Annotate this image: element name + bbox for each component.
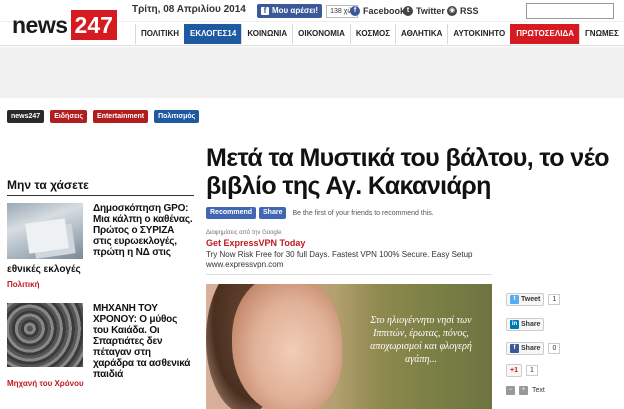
nav-item[interactable]: ΠΡΩΤΟΣΕΛΙΔΑ — [510, 24, 579, 44]
twitter-icon: t — [403, 6, 413, 16]
facebook-share-label: Share — [521, 345, 541, 352]
sidebar-item-image[interactable] — [7, 203, 83, 259]
google-plus-count: 1 — [525, 365, 538, 376]
linkedin-share-button[interactable]: in Share — [506, 318, 545, 331]
sidebar-title: Μην τα χάσετε — [7, 178, 89, 192]
ad-label: Διαφημίσεις από την Google — [206, 230, 282, 236]
tag-link[interactable]: news247 — [7, 110, 45, 123]
recommend-text: Be the first of your friends to recommen… — [292, 209, 434, 217]
nav-item[interactable]: ΠΟΛΙΤΙΚΗ — [135, 24, 184, 44]
facebook-like-label: Μου αρέσει! — [272, 6, 319, 15]
tag-link[interactable]: Πολιτισμός — [154, 110, 200, 123]
facebook-icon: f — [510, 344, 519, 353]
tweet-widget: t Tweet 1 — [506, 293, 561, 306]
linkedin-icon: in — [510, 320, 519, 329]
social-link-rss[interactable]: ◉ RSS — [447, 6, 479, 16]
facebook-like-widget[interactable]: f Μου αρέσει! 138 χιλ. — [257, 4, 359, 18]
facebook-recommend-widget: Recommend Share Be the first of your fri… — [206, 207, 434, 219]
linkedin-share-label: Share — [521, 321, 541, 328]
top-ad-band — [0, 47, 624, 98]
ad-url[interactable]: www.expressvpn.com — [206, 260, 472, 269]
tag-link[interactable]: Ειδήσεις — [50, 110, 88, 123]
recommend-button[interactable]: Recommend — [206, 207, 257, 219]
facebook-share-count: 0 — [548, 343, 561, 354]
tweet-button[interactable]: t Tweet — [506, 293, 545, 306]
google-plus-button[interactable]: +1 — [506, 364, 522, 377]
header-date: Τρίτη, 08 Απριλίου 2014 — [132, 4, 246, 15]
minus-icon[interactable]: − — [506, 386, 515, 395]
nav-item[interactable]: ΓΝΩΜΕΣ — [578, 24, 624, 44]
social-label-rss: RSS — [460, 6, 479, 16]
text-size-widget: − + Text — [506, 386, 545, 395]
social-label-facebook: Facebook — [363, 6, 406, 16]
sidebar-item[interactable]: ΜΗΧΑΝΗ ΤΟΥ ΧΡΟΝΟΥ: Ο μύθος του Καιάδα. Ο… — [7, 303, 194, 393]
article-title: Μετά τα Μυστικά του βάλτου, το νέο βιβλί… — [206, 144, 610, 200]
ad-title[interactable]: Get ExpressVPN Today — [206, 238, 472, 248]
sidebar-item[interactable]: Δημοσκόπηση GPO: Μια κάλπη ο καθένας. Πρ… — [7, 203, 194, 289]
logo-number: 247 — [70, 10, 117, 40]
facebook-icon: f — [261, 7, 269, 15]
article-hero-image: Στο ηλιογέννητο νησί των Ιππιτών, έρωτας… — [206, 284, 492, 409]
share-label: Share — [263, 209, 283, 216]
nav-item[interactable]: ΚΟΣΜΟΣ — [349, 24, 395, 44]
facebook-icon: f — [350, 6, 360, 16]
google-plus-widget: +1 1 — [506, 364, 538, 377]
nav-item[interactable]: ΑΥΤΟΚΙΝΗΤΟ — [447, 24, 510, 44]
ad-divider — [206, 274, 492, 275]
recommend-label: Recommend — [210, 209, 253, 216]
logo-text: news — [12, 12, 68, 38]
social-link-facebook[interactable]: f Facebook — [350, 6, 405, 16]
social-label-twitter: Twitter — [416, 6, 445, 16]
sidebar-divider — [7, 195, 194, 196]
tag-link[interactable]: Entertainment — [93, 110, 149, 123]
site-logo[interactable]: news 247 — [12, 10, 117, 40]
sidebar-item-category[interactable]: Μηχανή του Χρόνου — [7, 379, 84, 388]
text-size-label: Text — [532, 387, 545, 394]
ad-body: Try Now Risk Free for 30 full Days. Fast… — [206, 250, 473, 259]
search-input[interactable] — [526, 3, 614, 19]
sidebar-item-headline[interactable]: Δημοσκόπηση GPO: Μια κάλπη ο καθένας. Πρ… — [93, 203, 193, 258]
social-link-twitter[interactable]: t Twitter — [403, 6, 445, 16]
tag-list: news247 Ειδήσεις Entertainment Πολιτισμός — [7, 110, 200, 123]
tweet-count: 1 — [548, 294, 561, 305]
sidebar-item-headline-tail[interactable]: εθνικές εκλογές — [7, 264, 81, 275]
share-button[interactable]: Share — [259, 207, 287, 219]
sidebar-item-category[interactable]: Πολιτική — [7, 280, 39, 289]
sidebar-item-image[interactable] — [7, 303, 83, 367]
nav-item[interactable]: ΑΘΛΗΤΙΚΑ — [395, 24, 447, 44]
facebook-share-button[interactable]: f Share — [506, 342, 545, 355]
nav-item[interactable]: ΕΚΛΟΓΕΣ14 — [184, 24, 242, 44]
facebook-share-widget: f Share 0 — [506, 342, 561, 355]
facebook-like-button[interactable]: f Μου αρέσει! — [257, 4, 323, 18]
rss-icon: ◉ — [447, 6, 457, 16]
hero-quote: Στο ηλιογέννητο νησί των Ιππιτών, έρωτας… — [370, 315, 472, 365]
nav-items: ΠΟΛΙΤΙΚΗ ΕΚΛΟΓΕΣ14 ΚΟΙΝΩΝΙΑ ΟΙΚΟΝΟΜΙΑ ΚΟΣΜΟΣ… — [135, 24, 624, 44]
sidebar-item-headline[interactable]: ΜΗΧΑΝΗ ΤΟΥ ΧΡΟΝΟΥ: Ο μύθος του Καιάδα. Ο… — [93, 303, 193, 380]
text-ad[interactable]: Διαφημίσεις από την Google Get ExpressVP… — [206, 230, 472, 269]
plus-icon[interactable]: + — [519, 386, 528, 395]
tweet-label: Tweet — [521, 296, 541, 303]
linkedin-widget: in Share — [506, 318, 545, 331]
nav-item[interactable]: ΟΙΚΟΝΟΜΙΑ — [292, 24, 350, 44]
nav-item[interactable]: ΚΟΙΝΩΝΙΑ — [241, 24, 292, 44]
twitter-icon: t — [510, 295, 519, 304]
hero-face-shape — [232, 284, 342, 409]
google-plus-label: +1 — [510, 367, 518, 374]
